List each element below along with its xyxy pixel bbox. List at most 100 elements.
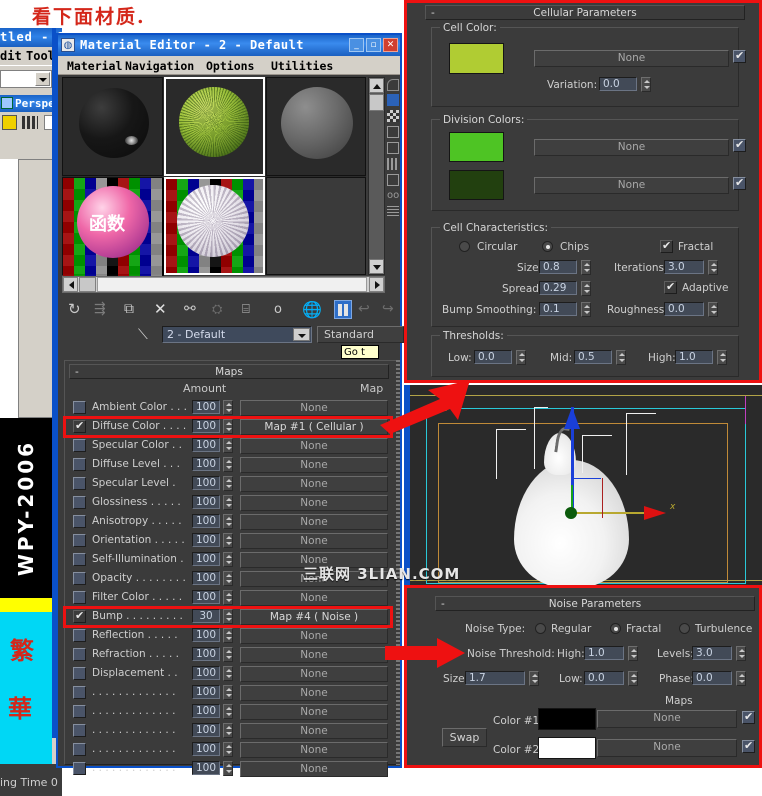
noise-phase-field[interactable]: 0.0 [692, 671, 732, 685]
slot-scrollbar-horizontal[interactable] [62, 276, 385, 293]
map-amount-spinner[interactable] [223, 685, 233, 700]
map-amount-field[interactable]: 100 [192, 666, 220, 680]
noise-type-regular-radio[interactable] [535, 623, 546, 634]
show-map-in-viewport-icon[interactable]: ⌸ [242, 301, 259, 318]
map-amount-field[interactable]: 100 [192, 514, 220, 528]
go-forward-sibling-icon[interactable]: ↪ [382, 301, 399, 318]
gizmo-xy-plane-handle[interactable] [571, 478, 601, 479]
map-assign-button[interactable]: None [240, 723, 388, 739]
map-amount-field[interactable]: 100 [192, 647, 220, 661]
map-amount-field[interactable]: 100 [192, 533, 220, 547]
maps-row[interactable]: Displacement . . 100 None [71, 665, 393, 684]
map-enable-checkbox[interactable] [73, 686, 86, 699]
threshold-mid-field[interactable]: 0.5 [574, 350, 612, 364]
threshold-mid-spinner[interactable] [616, 350, 626, 365]
show-end-result-toggle[interactable] [334, 300, 352, 319]
cellular-rollout-header[interactable]: - Cellular Parameters [425, 5, 745, 20]
map-amount-spinner[interactable] [223, 419, 233, 434]
maps-row[interactable]: Ambient Color . . . 100 None [71, 399, 393, 418]
host-menu-tools[interactable]: Tool [26, 49, 55, 63]
map-amount-spinner[interactable] [223, 666, 233, 681]
map-amount-field[interactable]: 100 [192, 685, 220, 699]
map-enable-checkbox[interactable] [73, 401, 86, 414]
close-button[interactable]: ✕ [383, 38, 398, 52]
viewport-panel[interactable]: rse x [404, 385, 762, 585]
map-assign-button[interactable]: Map #1 ( Cellular ) [240, 419, 388, 435]
map-enable-checkbox[interactable] [73, 419, 86, 433]
map-amount-spinner[interactable] [223, 628, 233, 643]
material-name-field[interactable]: 2 - Default [162, 326, 312, 343]
people-icon[interactable] [22, 116, 38, 129]
map-enable-checkbox[interactable] [73, 572, 86, 585]
noise-high-spinner[interactable] [628, 646, 638, 661]
sample-slot-6[interactable] [266, 177, 366, 275]
map-enable-checkbox[interactable] [73, 496, 86, 509]
fractal-checkbox[interactable] [660, 239, 673, 253]
map-amount-field[interactable]: 100 [192, 419, 220, 433]
cell-color-map-button[interactable]: None [534, 50, 729, 67]
maps-row[interactable]: Filter Color . . . . . 100 None [71, 589, 393, 608]
map-assign-button[interactable]: None [240, 761, 388, 777]
map-assign-button[interactable]: None [240, 685, 388, 701]
menu-utilities[interactable]: Utilities [271, 59, 333, 73]
map-amount-spinner[interactable] [223, 704, 233, 719]
menu-navigation[interactable]: Navigation [125, 59, 194, 73]
go-to-parent-globe-icon[interactable]: 🌐 [302, 300, 322, 319]
map-amount-field[interactable]: 100 [192, 590, 220, 604]
map-assign-button[interactable]: None [240, 533, 388, 549]
map-assign-button[interactable]: None [240, 647, 388, 663]
show-end-result-icon[interactable]: o [274, 301, 291, 318]
adaptive-checkbox[interactable] [664, 280, 677, 294]
material-name-dropdown-icon[interactable] [293, 328, 310, 341]
shape-chips-radio[interactable] [542, 241, 553, 252]
scroll-up-arrow[interactable] [369, 78, 384, 93]
sample-slot-2[interactable] [164, 77, 265, 176]
scroll-right-arrow[interactable] [369, 277, 384, 292]
maps-row[interactable]: Anisotropy . . . . . 100 None [71, 513, 393, 532]
maps-row[interactable]: Specular Level . 100 None [71, 475, 393, 494]
minimize-button[interactable]: _ [349, 38, 364, 52]
scroll-track-horizontal[interactable] [97, 277, 367, 292]
color2-swatch[interactable] [538, 737, 596, 759]
bump-smoothing-field[interactable]: 0.1 [539, 302, 577, 316]
division-color-1-map-enable-checkbox[interactable] [733, 138, 746, 152]
scroll-thumb-horizontal[interactable] [79, 277, 96, 292]
division-color-1-map-button[interactable]: None [534, 139, 729, 156]
chevron-down-icon[interactable] [35, 72, 50, 86]
scroll-left-arrow[interactable] [63, 277, 78, 292]
collapse-icon[interactable]: - [75, 365, 79, 379]
maps-row[interactable]: . . . . . . . . . . . . . 100 None [71, 760, 393, 779]
map-enable-checkbox[interactable] [73, 553, 86, 566]
material-effects-icon[interactable]: ⛭ [212, 301, 229, 318]
noise-size-field[interactable]: 1.7 [465, 671, 525, 685]
assign-material-icon[interactable]: ⇶ [94, 301, 111, 318]
map-amount-field[interactable]: 100 [192, 742, 220, 756]
maps-row[interactable]: . . . . . . . . . . . . . 100 None [71, 684, 393, 703]
material-editor-right-toolbar[interactable]: oo [386, 77, 400, 312]
scroll-down-arrow[interactable] [369, 259, 384, 274]
noise-size-spinner[interactable] [529, 671, 539, 686]
map-amount-field[interactable]: 100 [192, 552, 220, 566]
iterations-spinner[interactable] [708, 260, 718, 275]
map-assign-button[interactable]: None [240, 628, 388, 644]
map-amount-spinner[interactable] [223, 571, 233, 586]
map-enable-checkbox[interactable] [73, 667, 86, 680]
material-name-row[interactable]: ⟍ 2 - Default Standard [62, 325, 404, 345]
map-assign-button[interactable]: None [240, 590, 388, 606]
noise-levels-field[interactable]: 3.0 [692, 646, 732, 660]
map-enable-checkbox[interactable] [73, 515, 86, 528]
size-spinner[interactable] [581, 260, 591, 275]
map-enable-checkbox[interactable] [73, 705, 86, 718]
light-1-icon[interactable] [496, 429, 526, 479]
maps-row[interactable]: Refraction . . . . . 100 None [71, 646, 393, 665]
map-amount-spinner[interactable] [223, 476, 233, 491]
map-amount-spinner[interactable] [223, 609, 233, 624]
maps-row[interactable]: . . . . . . . . . . . . . 100 None [71, 703, 393, 722]
map-enable-checkbox[interactable] [73, 609, 86, 623]
map-amount-spinner[interactable] [223, 495, 233, 510]
slot-scrollbar-vertical[interactable] [368, 77, 385, 275]
map-amount-spinner[interactable] [223, 590, 233, 605]
map-enable-checkbox[interactable] [73, 743, 86, 756]
host-combo[interactable] [0, 70, 52, 88]
eyedropper-icon[interactable]: ⟍ [138, 327, 154, 343]
